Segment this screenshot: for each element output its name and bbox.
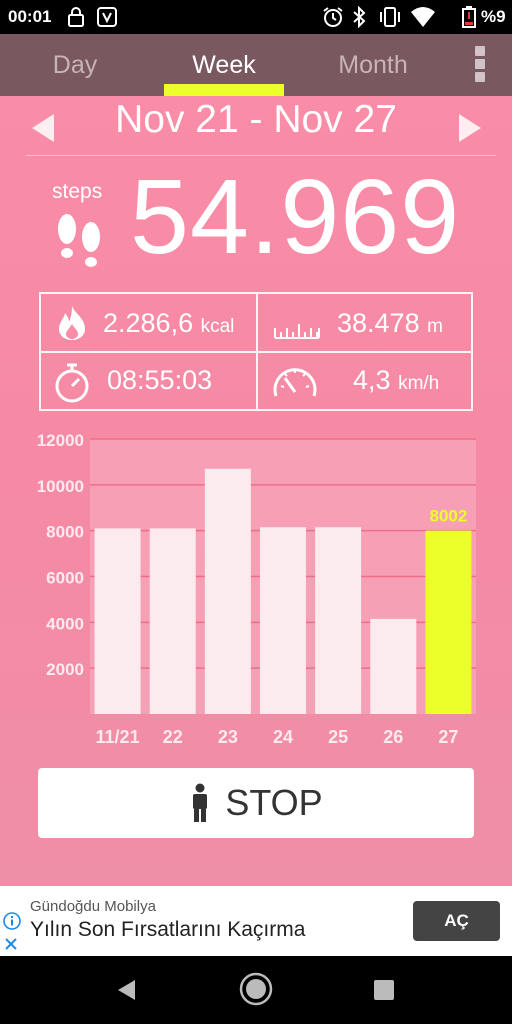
- duration-value: 08:55:03: [107, 365, 213, 395]
- duration-stat: 08:55:03: [107, 365, 212, 396]
- status-bar: 00:01 %9: [0, 0, 512, 34]
- footprints-icon: [58, 214, 100, 267]
- y-tick-label: 8000: [46, 523, 84, 542]
- alarm-icon: [323, 7, 343, 27]
- grid-divider: [41, 351, 471, 353]
- stop-button-label: STOP: [225, 782, 323, 823]
- card-icon: [97, 7, 117, 27]
- active-tab-indicator: [164, 84, 284, 96]
- next-week-icon[interactable]: [455, 112, 485, 144]
- recents-icon[interactable]: [373, 979, 395, 1001]
- back-icon[interactable]: [115, 978, 137, 1002]
- distance-unit: m: [427, 316, 443, 337]
- x-tick-label: 26: [383, 727, 403, 747]
- close-ad-icon[interactable]: [3, 936, 19, 952]
- info-icon[interactable]: [3, 912, 21, 930]
- calories-value: 2.286,6: [103, 308, 194, 338]
- distance-stat: 38.478 m: [337, 308, 443, 339]
- x-tick-label: 23: [218, 727, 238, 747]
- chart-bar: [94, 528, 141, 714]
- flame-icon: [59, 306, 85, 340]
- y-tick-label: 4000: [46, 614, 84, 633]
- stop-button[interactable]: STOP: [38, 768, 474, 838]
- status-time: 00:01: [8, 7, 52, 26]
- x-tick-label: 22: [163, 727, 183, 747]
- bluetooth-icon: [353, 6, 366, 28]
- calories-stat: 2.286,6 kcal: [103, 308, 234, 339]
- x-tick-label: 11/21: [96, 727, 140, 747]
- ruler-icon: [274, 324, 320, 339]
- ad-open-button[interactable]: AÇ: [413, 901, 500, 941]
- distance-value: 38.478: [337, 308, 420, 338]
- y-tick-label: 6000: [46, 569, 84, 588]
- chart-bar: [260, 527, 306, 714]
- chart-bar: [315, 527, 362, 714]
- ad-title[interactable]: Yılın Son Fırsatlarını Kaçırma: [30, 918, 305, 942]
- x-tick-label: 25: [328, 727, 348, 747]
- tab-month[interactable]: Month: [298, 34, 448, 96]
- chart-bar: [370, 618, 417, 714]
- chart-bar-highlight: [425, 530, 472, 714]
- y-tick-label: 2000: [46, 660, 84, 679]
- steps-count: 54.969: [130, 158, 461, 276]
- home-icon[interactable]: [239, 972, 273, 1006]
- calories-unit: kcal: [200, 316, 235, 337]
- bar-data-label: 8002: [430, 507, 468, 526]
- ad-banner[interactable]: Gündoğdu Mobilya Yılın Son Fırsatlarını …: [0, 886, 512, 956]
- wifi-icon: [411, 7, 435, 27]
- speed-value: 4,3: [353, 365, 391, 395]
- y-tick-label: 10000: [37, 477, 84, 496]
- tab-day[interactable]: Day: [0, 34, 150, 96]
- navigation-bar: [0, 956, 512, 1024]
- steps-label: steps: [52, 180, 103, 203]
- divider: [26, 155, 496, 156]
- speed-stat: 4,3 km/h: [353, 365, 439, 396]
- weekly-steps-chart: 2000 4000 6000 8000 10000 12000 11/21 22 23 24 25 2…: [37, 431, 476, 747]
- ad-brand: Gündoğdu Mobilya: [30, 898, 156, 915]
- x-tick-label: 24: [273, 727, 293, 747]
- overflow-menu-icon[interactable]: [466, 44, 494, 84]
- chart-bar: [204, 468, 251, 714]
- date-range-label: Nov 21 - Nov 27: [115, 98, 397, 141]
- date-range-row: Nov 21 - Nov 27: [0, 96, 512, 156]
- y-tick-label: 12000: [37, 431, 84, 450]
- stats-grid: 2.286,6 kcal 38.478 m 08:55:03 4,3 km/h: [39, 292, 473, 411]
- x-tick-label: 27: [438, 727, 458, 747]
- chart-bar: [149, 528, 196, 714]
- lock-icon: [68, 7, 84, 27]
- person-icon: [193, 783, 208, 822]
- vibrate-icon: [380, 7, 400, 27]
- battery-icon: [462, 6, 476, 28]
- battery-percent: %9: [481, 7, 506, 26]
- stopwatch-icon: [55, 363, 89, 403]
- speed-unit: km/h: [398, 373, 440, 394]
- speedometer-icon: [273, 368, 317, 397]
